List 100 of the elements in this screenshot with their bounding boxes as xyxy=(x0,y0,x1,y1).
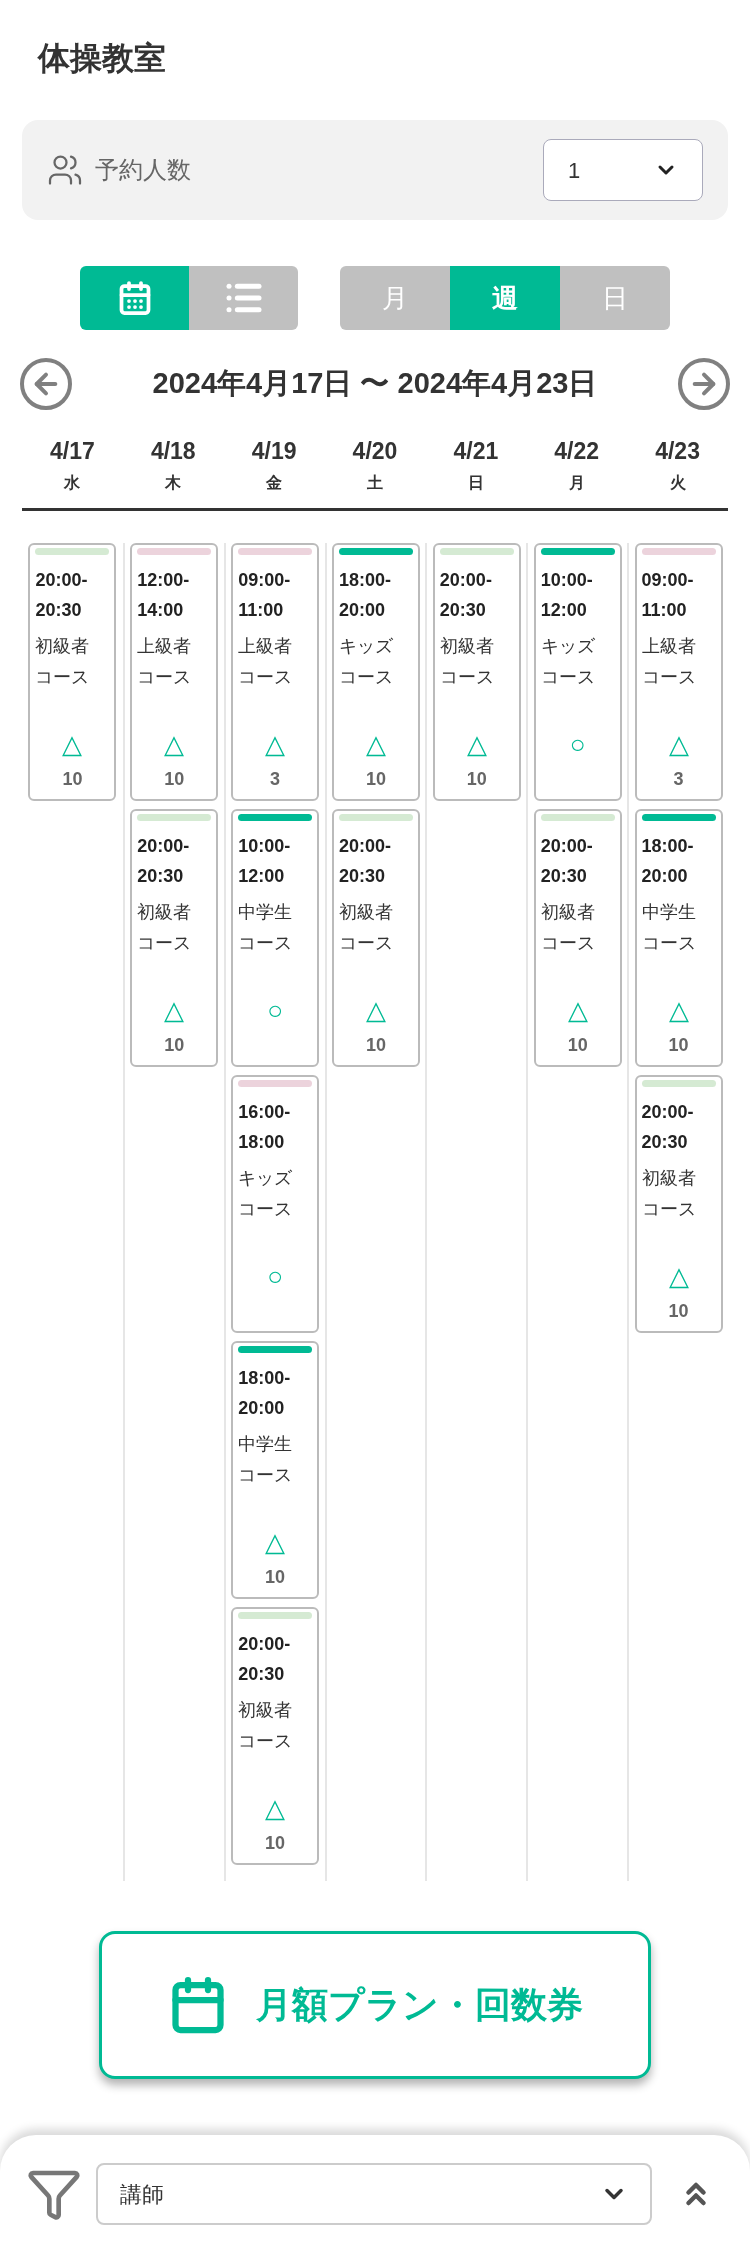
class-time: 18:00-20:00 xyxy=(238,1367,292,1420)
course-name: 初級者コース xyxy=(641,1167,697,1221)
course-name: 初級者コース xyxy=(439,635,495,689)
availability-mark: △ xyxy=(668,1261,689,1291)
availability-mark: △ xyxy=(668,729,689,759)
date-range: 2024年4月17日 〜 2024年4月23日 xyxy=(152,366,598,402)
course-name: 初級者コース xyxy=(238,1699,294,1753)
day-weekday: 火 xyxy=(669,473,686,493)
view-toggle-button[interactable] xyxy=(189,266,298,330)
day-date: 4/20 xyxy=(352,437,398,466)
remaining-count: 10 xyxy=(164,1034,185,1057)
day-date: 4/17 xyxy=(50,437,95,466)
party-size-select[interactable]: 1 xyxy=(543,139,703,201)
class-card[interactable]: 10:00-12:00 キッズコース ○ xyxy=(533,543,622,801)
remaining-count: 10 xyxy=(567,1034,588,1057)
day-weekday: 土 xyxy=(367,473,383,493)
class-card[interactable]: 20:00-20:30 初級者コース △ 10 xyxy=(332,809,420,1067)
class-time: 20:00-20:30 xyxy=(137,835,191,888)
class-time: 18:00-20:00 xyxy=(641,835,695,888)
availability-mark: △ xyxy=(466,729,487,759)
remaining-count: 10 xyxy=(265,1832,286,1855)
availability-mark: △ xyxy=(265,1793,286,1823)
course-name: 上級者コース xyxy=(641,635,697,689)
remaining-count: 10 xyxy=(265,1566,286,1589)
availability-mark: △ xyxy=(668,995,689,1025)
class-time: 20:00-20:30 xyxy=(641,1101,695,1154)
class-time: 20:00-20:30 xyxy=(238,1633,292,1686)
class-time: 20:00-20:30 xyxy=(339,835,392,888)
availability-mark: △ xyxy=(567,995,588,1025)
class-time: 20:00-20:30 xyxy=(540,835,594,888)
availability-mark: △ xyxy=(265,1527,286,1557)
class-time: 20:00-20:30 xyxy=(35,569,89,622)
class-time: 16:00-18:00 xyxy=(238,1101,292,1154)
day-weekday: 木 xyxy=(165,473,182,493)
course-name: 上級者コース xyxy=(238,635,294,689)
instructor-select[interactable]: 講師 xyxy=(96,2163,652,2225)
course-name: 初級者コース xyxy=(137,901,193,955)
course-name: 初級者コース xyxy=(540,901,596,955)
availability-mark: △ xyxy=(62,729,83,759)
remaining-count: 10 xyxy=(466,768,487,791)
day-date: 4/21 xyxy=(453,437,499,466)
remaining-count: 10 xyxy=(365,1034,386,1057)
remaining-count: 10 xyxy=(668,1300,689,1323)
class-card[interactable]: 20:00-20:30 初級者コース △ 10 xyxy=(432,543,521,801)
day-weekday: 月 xyxy=(568,473,585,493)
availability-mark: △ xyxy=(366,995,386,1025)
page-title: 体操教室 xyxy=(38,39,167,78)
course-name: 中学生コース xyxy=(238,1433,294,1487)
remaining-count: 3 xyxy=(270,768,281,791)
class-card[interactable]: 20:00-20:30 初級者コース △ 10 xyxy=(634,1075,723,1333)
course-name: 初級者コース xyxy=(339,901,394,955)
class-time: 18:00-20:00 xyxy=(339,569,392,622)
course-name: 上級者コース xyxy=(137,635,193,689)
class-card[interactable]: 20:00-20:30 初級者コース △ 10 xyxy=(130,809,219,1067)
course-name: 初級者コース xyxy=(35,635,91,689)
view-toggle-button[interactable] xyxy=(80,266,189,330)
day-weekday: 日 xyxy=(467,473,484,493)
course-name: キッズコース xyxy=(339,635,394,689)
class-card[interactable]: 18:00-20:00 キッズコース △ 10 xyxy=(332,543,420,801)
remaining-count: 10 xyxy=(62,768,83,791)
party-size-label: 予約人数 xyxy=(95,155,191,185)
course-name: 中学生コース xyxy=(238,901,294,955)
day-date: 4/19 xyxy=(251,437,297,466)
class-card[interactable]: 20:00-20:30 初級者コース △ 10 xyxy=(28,543,117,801)
course-name: キッズコース xyxy=(238,1167,294,1221)
class-card[interactable]: 20:00-20:30 初級者コース △ 10 xyxy=(231,1607,320,1865)
availability-mark: ○ xyxy=(569,729,586,759)
class-card[interactable]: 10:00-12:00 中学生コース ○ xyxy=(231,809,320,1067)
availability-mark: △ xyxy=(164,729,185,759)
day-weekday: 水 xyxy=(64,473,81,493)
availability-mark: ○ xyxy=(267,995,283,1025)
class-time: 10:00-12:00 xyxy=(238,835,292,888)
class-card[interactable]: 18:00-20:00 中学生コース △ 10 xyxy=(634,809,723,1067)
course-name: 中学生コース xyxy=(641,901,697,955)
remaining-count: 10 xyxy=(164,768,185,791)
remaining-count: 10 xyxy=(365,768,386,791)
class-card[interactable]: 09:00-11:00 上級者コース △ 3 xyxy=(231,543,320,801)
class-card[interactable]: 09:00-11:00 上級者コース △ 3 xyxy=(634,543,723,801)
class-card[interactable]: 16:00-18:00 キッズコース ○ xyxy=(231,1075,320,1333)
remaining-count: 3 xyxy=(673,768,684,791)
availability-mark: ○ xyxy=(267,1261,283,1291)
day-date: 4/18 xyxy=(150,437,196,466)
remaining-count: 10 xyxy=(668,1034,689,1057)
class-card[interactable]: 20:00-20:30 初級者コース △ 10 xyxy=(533,809,622,1067)
availability-mark: △ xyxy=(366,729,386,759)
class-card[interactable]: 18:00-20:00 中学生コース △ 10 xyxy=(231,1341,320,1599)
class-time: 10:00-12:00 xyxy=(540,569,594,622)
day-date: 4/22 xyxy=(554,437,600,466)
availability-mark: △ xyxy=(164,995,185,1025)
class-card[interactable]: 12:00-14:00 上級者コース △ 10 xyxy=(130,543,219,801)
availability-mark: △ xyxy=(265,729,286,759)
class-time: 12:00-14:00 xyxy=(137,569,191,622)
class-time: 09:00-11:00 xyxy=(641,569,695,622)
next-week-button[interactable] xyxy=(678,358,730,410)
course-name: キッズコース xyxy=(540,635,596,689)
class-time: 20:00-20:30 xyxy=(439,569,493,622)
day-date: 4/23 xyxy=(655,437,700,466)
day-weekday: 金 xyxy=(266,473,283,493)
class-time: 09:00-11:00 xyxy=(238,569,292,622)
previous-week-button[interactable] xyxy=(20,358,72,410)
